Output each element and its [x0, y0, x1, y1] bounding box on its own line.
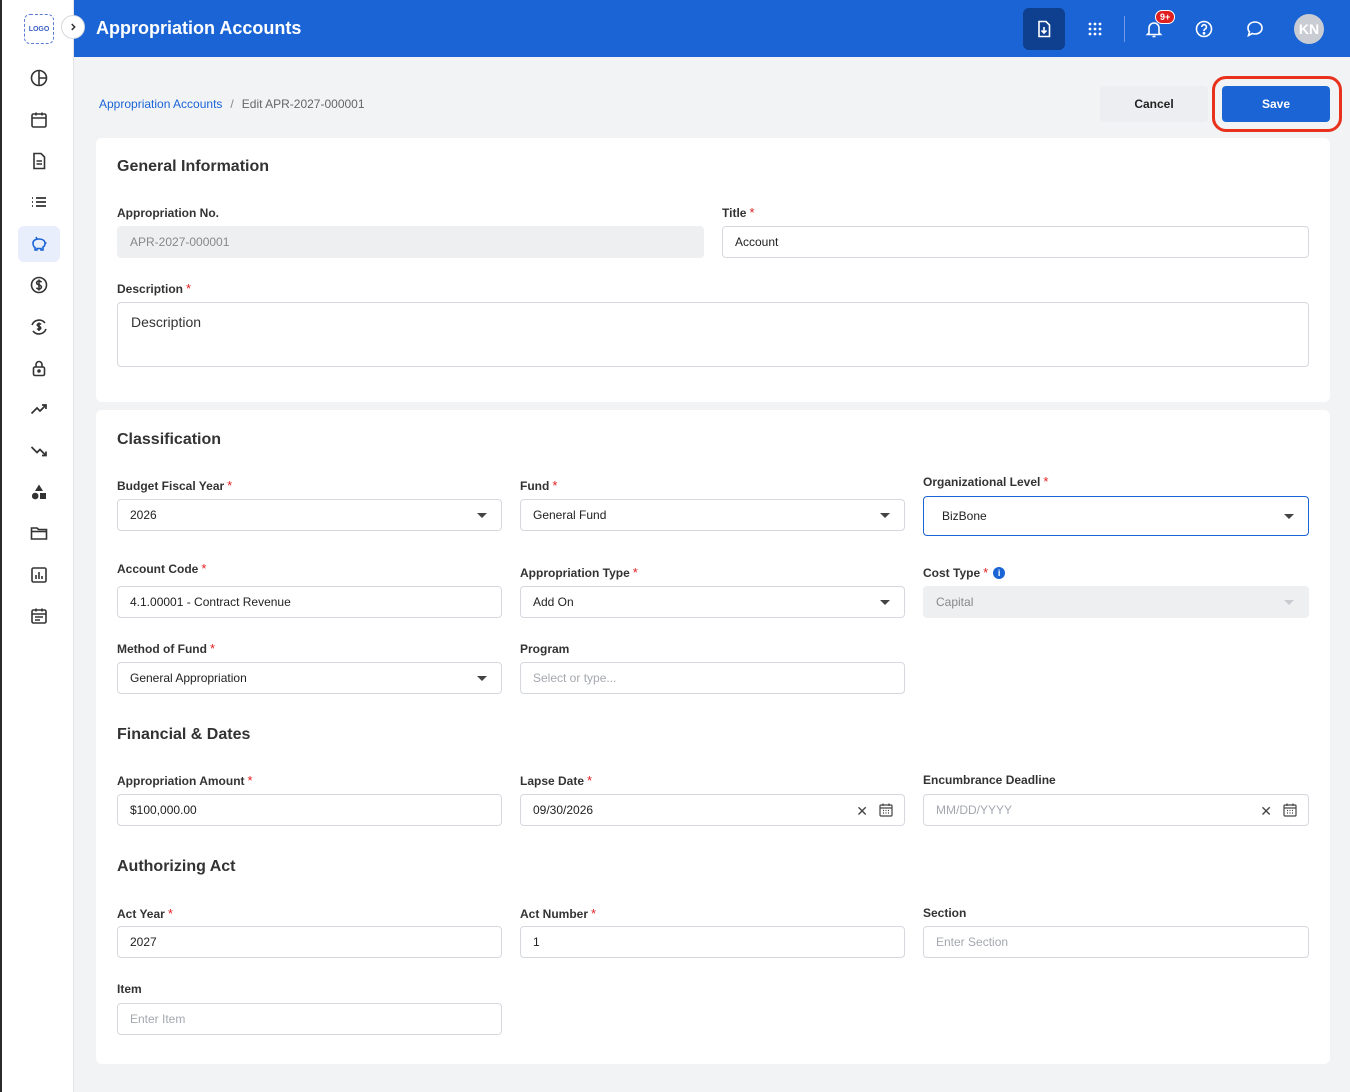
organizational-level-select[interactable]: BizBone	[923, 496, 1309, 536]
calendar-icon[interactable]	[878, 802, 894, 818]
app-logo: LOGO	[24, 14, 54, 44]
general-information-title: General Information	[117, 158, 270, 175]
encumbrance-deadline-label: Encumbrance Deadline	[923, 773, 1056, 787]
chevron-down-icon	[477, 513, 487, 518]
chevron-down-icon	[880, 600, 890, 605]
lapse-date-label: Lapse Date *	[520, 773, 593, 788]
appropriation-type-label: Appropriation Type *	[520, 565, 638, 580]
authorizing-act-title: Authorizing Act	[117, 858, 236, 875]
appropriation-amount-input[interactable]: $100,000.00	[117, 794, 502, 826]
calendar-icon[interactable]	[18, 102, 60, 138]
program-label: Program	[520, 642, 570, 656]
appropriation-no-field: APR-2027-000001	[117, 226, 704, 258]
breadcrumb-parent-link[interactable]: Appropriation Accounts	[99, 97, 222, 111]
breadcrumb-current: Edit APR-2027-000001	[241, 97, 365, 111]
notifications-button[interactable]: 9+	[1133, 8, 1176, 50]
cancel-button[interactable]: Cancel	[1100, 86, 1208, 122]
cost-type-label: Cost Type * i	[923, 565, 1006, 580]
top-header: Appropriation Accounts 9+ KN	[74, 0, 1350, 57]
clear-icon[interactable]: ✕	[1260, 803, 1272, 820]
sidebar-expand-button[interactable]	[61, 15, 85, 39]
appropriation-amount-label: Appropriation Amount *	[117, 773, 253, 788]
header-divider	[1124, 16, 1125, 42]
chevron-down-icon	[880, 513, 890, 518]
user-avatar[interactable]: KN	[1294, 14, 1324, 44]
cost-type-select: Capital	[923, 586, 1309, 618]
classification-title: Classification	[117, 431, 222, 448]
trending-up-icon[interactable]	[18, 391, 60, 427]
act-year-label: Act Year *	[117, 906, 173, 921]
piggy-bank-icon[interactable]	[18, 226, 60, 262]
dashboard-icon[interactable]	[18, 60, 60, 96]
notification-badge: 9+	[1155, 10, 1176, 24]
bar-chart-icon[interactable]	[18, 557, 60, 593]
general-information-card: General Information Appropriation No. AP…	[96, 138, 1330, 402]
chat-icon	[1247, 21, 1263, 38]
classification-card: Classification Budget Fiscal Year * 2026 …	[96, 410, 1330, 1064]
breadcrumb-separator: /	[230, 97, 234, 111]
lapse-date-input[interactable]: 09/30/2026 ✕	[520, 794, 905, 826]
description-textarea[interactable]: Description	[117, 302, 1309, 367]
chat-button[interactable]	[1234, 8, 1276, 50]
fund-label: Fund *	[520, 478, 558, 493]
account-code-input[interactable]: 4.1.00001 - Contract Revenue	[117, 586, 502, 618]
shapes-icon[interactable]	[18, 474, 60, 510]
appropriation-no-label: Appropriation No.	[117, 206, 219, 220]
clear-icon[interactable]: ✕	[856, 803, 868, 820]
item-input[interactable]: Enter Item	[117, 1003, 502, 1035]
chevron-down-icon	[1284, 514, 1294, 519]
section-input[interactable]: Enter Section	[923, 926, 1309, 958]
title-label: Title *	[722, 205, 755, 220]
download-document-icon	[1038, 20, 1051, 38]
list-icon[interactable]	[18, 184, 60, 220]
currency-exchange-icon[interactable]	[18, 309, 60, 345]
help-button[interactable]	[1183, 8, 1225, 50]
save-button[interactable]: Save	[1222, 86, 1330, 122]
title-input[interactable]: Account	[722, 226, 1309, 258]
account-code-label: Account Code *	[117, 561, 207, 576]
apps-grid-icon	[1088, 22, 1102, 36]
chevron-right-icon	[71, 23, 76, 31]
document-icon[interactable]	[18, 143, 60, 179]
section-label: Section	[923, 906, 967, 920]
item-label: Item	[117, 982, 142, 996]
trending-down-icon[interactable]	[18, 433, 60, 469]
budget-fiscal-year-select[interactable]: 2026	[117, 499, 502, 531]
method-of-fund-select[interactable]: General Appropriation	[117, 662, 502, 694]
calendar-icon[interactable]	[1282, 802, 1298, 818]
act-number-label: Act Number *	[520, 906, 597, 921]
help-icon	[1195, 20, 1213, 38]
appropriation-type-select[interactable]: Add On	[520, 586, 905, 618]
download-document-button[interactable]	[1023, 8, 1065, 50]
method-of-fund-label: Method of Fund *	[117, 641, 216, 656]
chevron-down-icon	[1284, 600, 1294, 605]
chevron-down-icon	[477, 676, 487, 681]
fund-select[interactable]: General Fund	[520, 499, 905, 531]
act-year-input[interactable]: 2027	[117, 926, 502, 958]
budget-fiscal-year-label: Budget Fiscal Year *	[117, 478, 233, 493]
description-label: Description *	[117, 281, 192, 296]
lock-icon[interactable]	[18, 350, 60, 386]
organizational-level-label: Organizational Level *	[923, 474, 1049, 489]
dollar-icon[interactable]	[18, 267, 60, 303]
page-header-title: Appropriation Accounts	[96, 18, 302, 38]
act-number-input[interactable]: 1	[520, 926, 905, 958]
breadcrumb: Appropriation Accounts / Edit APR-2027-000…	[99, 97, 365, 111]
folder-icon[interactable]	[18, 515, 60, 551]
sidebar: LOGO	[0, 0, 74, 1092]
encumbrance-deadline-input[interactable]: MM/DD/YYYY ✕	[923, 794, 1309, 826]
apps-grid-button[interactable]	[1074, 8, 1116, 50]
info-icon[interactable]: i	[993, 567, 1006, 579]
schedule-icon[interactable]	[18, 598, 60, 634]
program-combobox[interactable]: Select or type...	[520, 662, 905, 694]
financial-dates-title: Financial & Dates	[117, 726, 251, 743]
